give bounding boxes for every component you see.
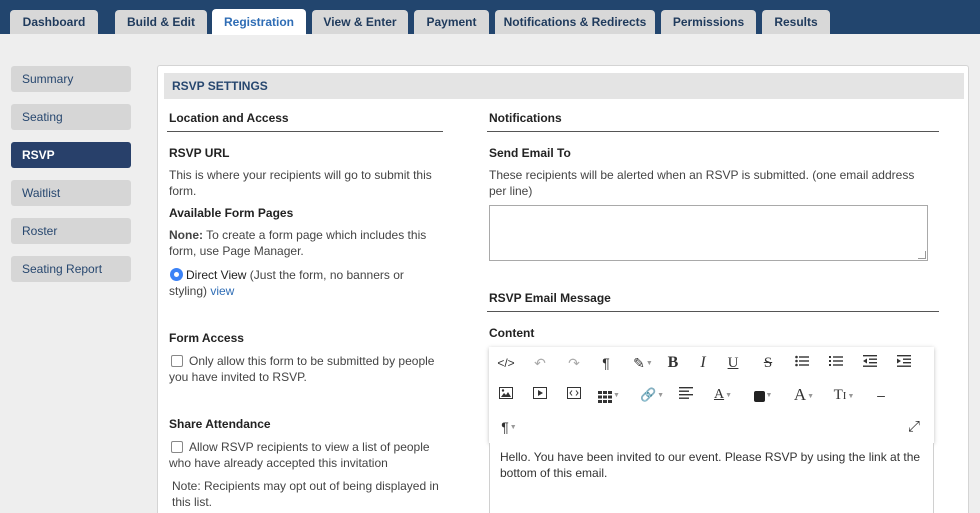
bold-icon[interactable]: B bbox=[662, 353, 684, 373]
paragraph-format-icon[interactable]: ¶ bbox=[595, 353, 617, 373]
send-email-label: Send Email To bbox=[489, 146, 571, 160]
indent-icon[interactable] bbox=[893, 353, 915, 373]
sidebar-item-roster[interactable]: Roster bbox=[11, 218, 131, 244]
rsvp-url-label: RSVP URL bbox=[169, 146, 230, 160]
paragraph-style-icon[interactable]: ¶▼ bbox=[495, 417, 523, 437]
section-divider bbox=[487, 311, 939, 312]
tab-view-enter[interactable]: View & Enter bbox=[312, 10, 408, 34]
horizontal-rule-icon[interactable]: – bbox=[870, 385, 892, 405]
form-pages-label: Available Form Pages bbox=[169, 206, 294, 220]
sidebar-item-seating[interactable]: Seating bbox=[11, 104, 131, 130]
top-nav-bar: Dashboard Build & Edit Registration View… bbox=[0, 0, 980, 35]
section-divider bbox=[167, 131, 443, 132]
tab-registration[interactable]: Registration bbox=[212, 9, 306, 35]
font-family-icon[interactable]: A▼ bbox=[790, 385, 818, 405]
section-divider bbox=[487, 131, 939, 132]
sidebar-item-summary[interactable]: Summary bbox=[11, 66, 131, 92]
location-access-title: Location and Access bbox=[169, 111, 289, 125]
editor-toolbar: </> ↶ ↷ ¶ ✎▼ B I U S ▼ 🔗▼ A▼ ▼ A▼ TI▼ – … bbox=[489, 347, 934, 443]
text-color-icon[interactable]: A▼ bbox=[709, 385, 737, 405]
underline-icon[interactable]: U bbox=[722, 353, 744, 373]
share-attendance-label: Share Attendance bbox=[169, 417, 271, 431]
italic-icon[interactable]: I bbox=[692, 353, 714, 373]
direct-view-label: Direct View bbox=[186, 268, 247, 282]
embed-code-icon[interactable] bbox=[563, 385, 585, 405]
tab-payment[interactable]: Payment bbox=[414, 10, 489, 34]
bullet-list-icon[interactable] bbox=[791, 353, 813, 373]
outdent-icon[interactable] bbox=[859, 353, 881, 373]
form-pages-none-text: None: To create a form page which includ… bbox=[169, 227, 444, 259]
direct-view-link[interactable]: view bbox=[210, 284, 234, 298]
none-desc: To create a form page which includes thi… bbox=[169, 228, 427, 258]
align-left-icon[interactable] bbox=[675, 385, 697, 405]
sidebar-item-waitlist[interactable]: Waitlist bbox=[11, 180, 131, 206]
none-label: None: bbox=[169, 228, 203, 242]
redo-icon[interactable]: ↷ bbox=[563, 353, 585, 373]
tab-build-edit[interactable]: Build & Edit bbox=[115, 10, 207, 34]
background-color-icon[interactable]: ▼ bbox=[749, 385, 777, 405]
rsvp-url-desc: This is where your recipients will go to… bbox=[169, 168, 432, 198]
fullscreen-icon[interactable]: ⤢ bbox=[903, 417, 925, 437]
share-attendance-note: Note: Recipients may opt out of being di… bbox=[172, 479, 439, 509]
panel-title: RSVP SETTINGS bbox=[164, 73, 964, 99]
code-view-icon[interactable]: </> bbox=[495, 353, 517, 373]
paint-brush-icon[interactable]: ✎▼ bbox=[629, 353, 657, 373]
sidebar-item-rsvp[interactable]: RSVP bbox=[11, 142, 131, 168]
share-attendance-checkbox-label: Allow RSVP recipients to view a list of … bbox=[169, 440, 430, 470]
insert-table-icon[interactable]: ▼ bbox=[595, 385, 623, 405]
undo-icon[interactable]: ↶ bbox=[529, 353, 551, 373]
rsvp-email-message-title: RSVP Email Message bbox=[489, 291, 611, 305]
email-content-editor[interactable]: Hello. You have been invited to our even… bbox=[489, 443, 934, 513]
font-size-icon[interactable]: TI▼ bbox=[830, 385, 858, 405]
tab-notifications-redirects[interactable]: Notifications & Redirects bbox=[495, 10, 655, 34]
insert-video-icon[interactable] bbox=[529, 385, 551, 405]
strikethrough-icon[interactable]: S bbox=[757, 353, 779, 373]
tab-results[interactable]: Results bbox=[762, 10, 830, 34]
sidebar-item-seating-report[interactable]: Seating Report bbox=[11, 256, 131, 282]
numbered-list-icon[interactable] bbox=[825, 353, 847, 373]
send-email-desc: These recipients will be alerted when an… bbox=[489, 168, 915, 198]
content-label: Content bbox=[489, 326, 535, 340]
form-access-label: Form Access bbox=[169, 331, 244, 345]
send-email-textarea[interactable] bbox=[489, 205, 928, 261]
form-access-checkbox-label: Only allow this form to be submitted by … bbox=[169, 354, 435, 384]
tab-permissions[interactable]: Permissions bbox=[661, 10, 756, 34]
insert-link-icon[interactable]: 🔗▼ bbox=[638, 385, 666, 405]
insert-image-icon[interactable] bbox=[495, 385, 517, 405]
direct-view-option: Direct View (Just the form, no banners o… bbox=[169, 267, 439, 299]
notifications-title: Notifications bbox=[489, 111, 562, 125]
tab-dashboard[interactable]: Dashboard bbox=[10, 10, 98, 34]
